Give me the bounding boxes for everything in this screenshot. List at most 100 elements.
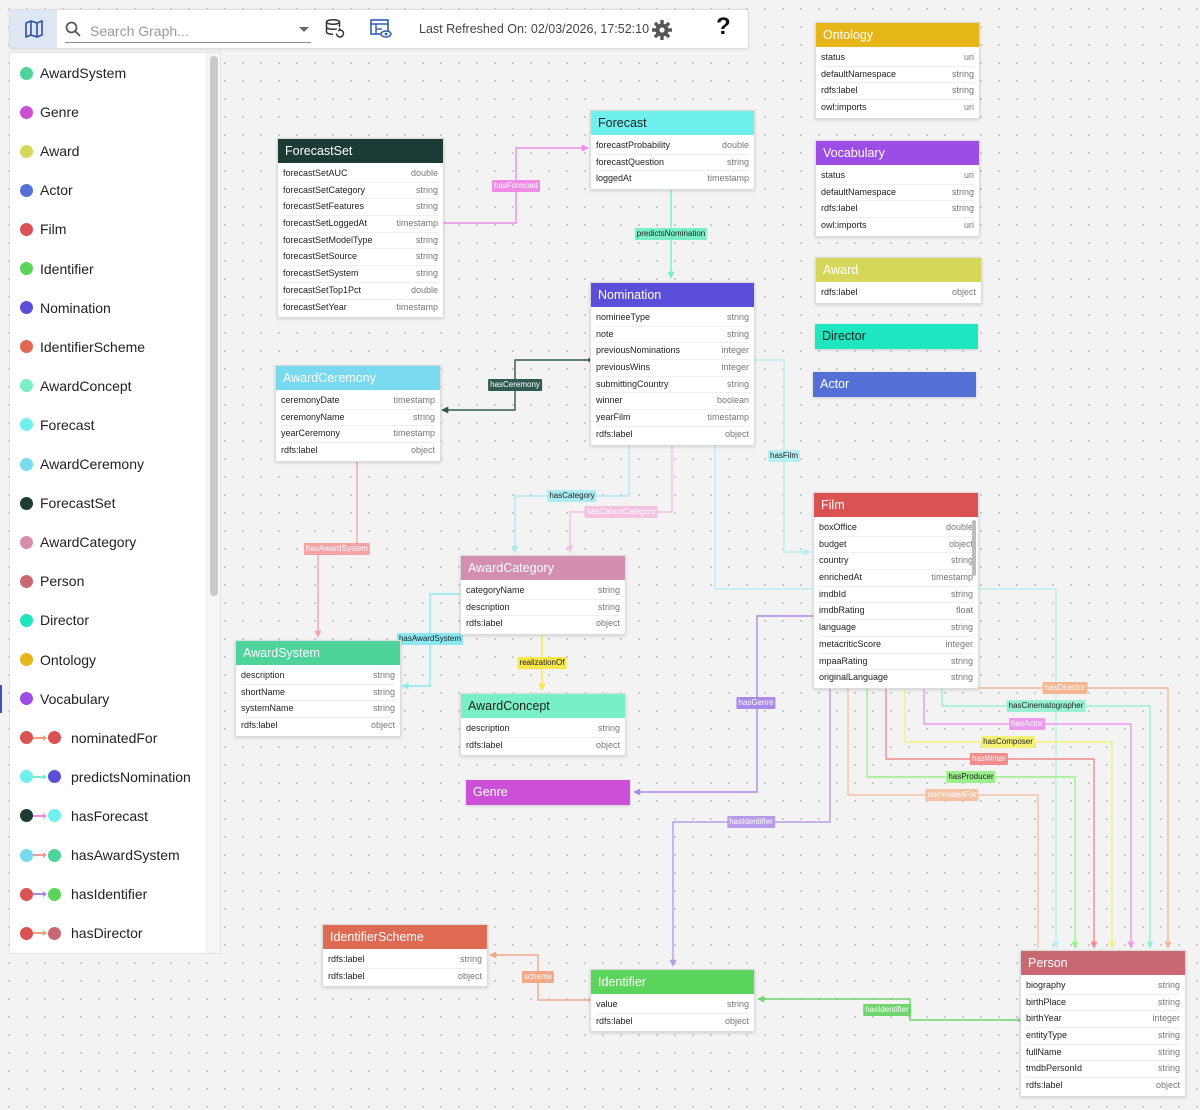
- property-name: mpaaRating: [819, 655, 868, 666]
- property-row: forecastSetYear timestamp: [283, 300, 438, 316]
- property-type: string: [597, 601, 620, 612]
- property-name: rdfs:label: [821, 85, 858, 96]
- node-genre[interactable]: Genre: [466, 780, 630, 805]
- property-name: submittingCountry: [596, 378, 669, 389]
- property-list: rdfs:label object: [816, 282, 981, 303]
- property-type: integer: [945, 638, 973, 649]
- property-name: note: [596, 328, 614, 339]
- property-name: rdfs:label: [328, 954, 365, 964]
- property-name: forecastSetTop1Pct: [283, 284, 362, 295]
- node-ontology[interactable]: Ontology status uri defaultNamespace string r…: [815, 22, 980, 119]
- property-row: forecastSetSystem string: [283, 266, 438, 283]
- node-title: IdentifierScheme: [323, 925, 487, 949]
- property-name: biography: [1026, 980, 1066, 990]
- property-row: status uri: [821, 50, 974, 67]
- node-person[interactable]: Person biography string birthPlace string bir…: [1020, 950, 1186, 1097]
- edge-label-hasawardsystem[interactable]: hasAwardSystem: [303, 543, 371, 555]
- property-type: string: [372, 670, 395, 680]
- property-type: string: [415, 184, 438, 195]
- edge-label-hascomposer[interactable]: hasComposer: [981, 736, 1035, 748]
- edge-label-hascategory[interactable]: hasCategory: [547, 490, 597, 502]
- property-row: owl:imports uri: [821, 218, 974, 234]
- node-director[interactable]: Director: [815, 324, 978, 349]
- property-type: string: [1157, 980, 1180, 990]
- property-type: string: [415, 251, 438, 262]
- node-vocabulary[interactable]: Vocabulary status uri defaultNamespace strin…: [815, 140, 980, 237]
- property-row: value string: [596, 997, 749, 1014]
- property-name: yearFilm: [596, 412, 631, 423]
- node-scrollbar[interactable]: [972, 520, 976, 576]
- node-awardsystem[interactable]: AwardSystem description string shortName str…: [235, 640, 401, 737]
- edge-label-scheme[interactable]: scheme: [521, 971, 555, 983]
- node-awardcategory[interactable]: AwardCategory categoryName string descripti…: [460, 555, 626, 636]
- node-title: Award: [816, 258, 981, 282]
- node-title: ForecastSet: [278, 139, 443, 163]
- property-name: rdfs:label: [281, 445, 318, 456]
- property-name: categoryName: [466, 585, 525, 595]
- node-actor[interactable]: Actor: [813, 372, 976, 397]
- property-row: forecastSetModelType string: [283, 233, 438, 250]
- property-row: country string: [819, 553, 973, 571]
- node-award[interactable]: Award rdfs:label object: [815, 257, 982, 304]
- edge-label-predictsnomination[interactable]: predictsNomination: [634, 228, 708, 240]
- property-type: string: [726, 312, 749, 322]
- property-type: string: [597, 585, 620, 595]
- property-name: forecastSetSystem: [283, 268, 359, 279]
- node-awardceremony[interactable]: AwardCeremony ceremonyDate timestamp ceremo…: [275, 365, 441, 462]
- property-type: timestamp: [707, 173, 749, 184]
- edge-label-hascanoncategory[interactable]: hasCanonCategory: [584, 506, 658, 518]
- property-type: string: [726, 378, 749, 389]
- property-row: forecastSetCategory string: [283, 183, 438, 200]
- node-film[interactable]: Film boxOffice double budget object country st…: [813, 492, 979, 689]
- property-type: string: [1157, 1046, 1180, 1057]
- node-forecast[interactable]: Forecast forecastProbability double forecas…: [590, 110, 755, 191]
- node-title: Film: [814, 493, 978, 517]
- node-title: Vocabulary: [816, 141, 979, 165]
- property-type: string: [726, 999, 749, 1009]
- property-type: uri: [963, 102, 974, 113]
- edge-label-hasgenre[interactable]: hasGenre: [736, 697, 776, 709]
- property-type: timestamp: [707, 412, 749, 423]
- edge-label-haswriter[interactable]: hasWriter: [969, 753, 1009, 765]
- node-identifierscheme[interactable]: IdentifierScheme rdfs:label string rdfs:lab…: [322, 924, 488, 988]
- property-list: boxOffice double budget object country string…: [814, 517, 978, 688]
- property-list: rdfs:label string rdfs:label object: [323, 949, 487, 986]
- node-title: AwardCategory: [461, 556, 625, 580]
- node-awardconcept[interactable]: AwardConcept description string rdfs:label o…: [460, 693, 626, 757]
- property-name: forecastQuestion: [596, 156, 665, 167]
- property-row: description string: [241, 668, 395, 685]
- property-type: string: [372, 703, 395, 714]
- edge-label-hasproducer[interactable]: hasProducer: [946, 771, 996, 783]
- property-list: nomineeType string note string previousNomin…: [591, 307, 754, 445]
- edge-label-realizationof[interactable]: realizationOf: [517, 657, 567, 669]
- edge-hasactor: [923, 676, 1135, 949]
- property-type: uri: [963, 52, 974, 62]
- property-type: string: [459, 954, 482, 964]
- edge-label-hasidentifier[interactable]: hasIdentifier: [863, 1004, 911, 1016]
- property-name: rdfs:label: [596, 428, 633, 439]
- property-type: string: [597, 723, 620, 733]
- edge-label-hasfilm[interactable]: hasFilm: [767, 450, 801, 462]
- property-row: rdfs:label object: [328, 969, 482, 985]
- property-type: object: [595, 618, 620, 629]
- edge-label-hasforecast[interactable]: hasForecast: [491, 180, 541, 192]
- edge-label-hasactor[interactable]: hasActor: [1009, 718, 1045, 730]
- property-list: status uri defaultNamespace string rdfs:labe…: [816, 47, 979, 118]
- edge-hascinematographer: [941, 676, 1154, 949]
- node-nomination[interactable]: Nomination nomineeType string note string pre…: [590, 282, 755, 446]
- property-type: uri: [963, 220, 974, 231]
- edge-label-hasidentifier[interactable]: hasIdentifier: [727, 816, 775, 828]
- edge-label-hasdirector[interactable]: hasDirector: [1042, 682, 1088, 694]
- edge-hascomposer: [904, 676, 1116, 949]
- property-name: forecastProbability: [596, 140, 671, 150]
- node-forecastset[interactable]: ForecastSet forecastSetAUC double forecastS…: [277, 138, 444, 319]
- edge-label-hascinematographer[interactable]: hasCinematographer: [1006, 700, 1086, 712]
- property-name: owl:imports: [821, 220, 867, 231]
- property-list: categoryName string description string rdfs:…: [461, 580, 625, 634]
- edge-label-nominatedfor[interactable]: nominatedFor: [925, 789, 979, 801]
- node-identifier[interactable]: Identifier value string rdfs:label object: [590, 969, 755, 1033]
- edge-label-hasceremony[interactable]: hasCeremony: [488, 379, 542, 391]
- property-type: double: [945, 522, 973, 532]
- property-type: string: [412, 411, 435, 422]
- edge-label-hasawardsystem[interactable]: hasAwardSystem: [396, 633, 464, 645]
